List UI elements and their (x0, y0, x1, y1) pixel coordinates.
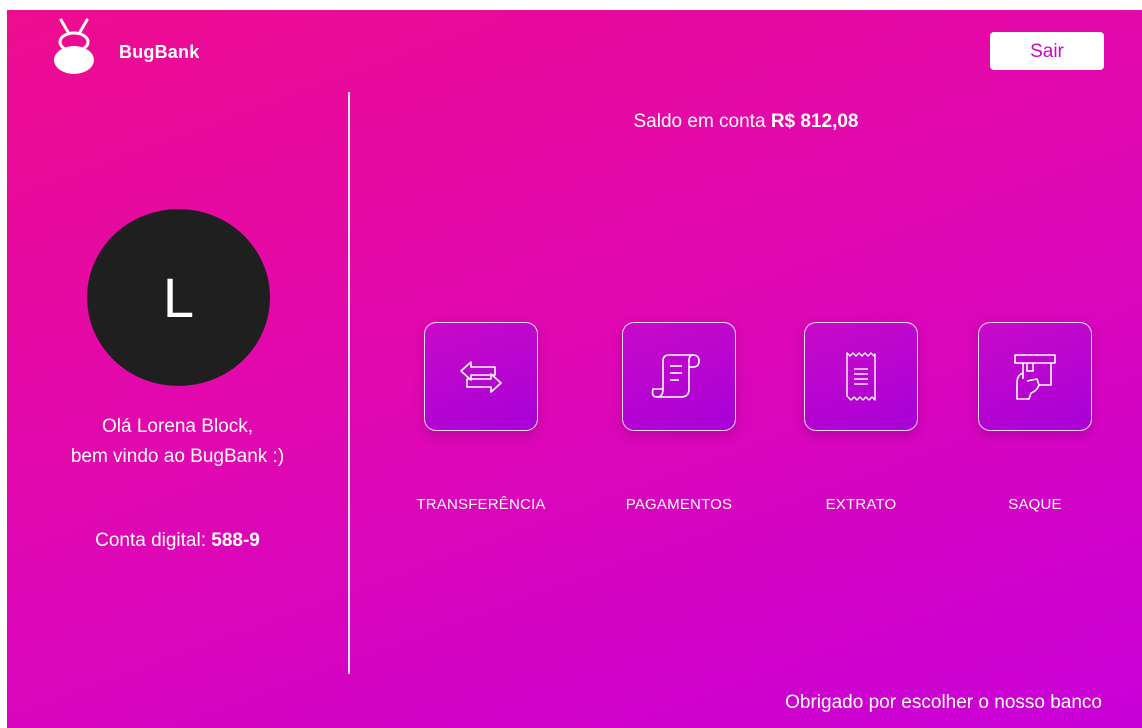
balance-display: Saldo em conta R$ 812,08 (350, 111, 1142, 133)
footer-message: Obrigado por escolher o nosso banco (785, 692, 1102, 713)
home-screen: BugBank Sair L Olá Lorena Block, bem vin… (7, 10, 1142, 728)
profile-panel: L Olá Lorena Block, bem vindo ao BugBank… (7, 10, 348, 728)
statement-label: EXTRATO (825, 496, 897, 513)
balance-value: R$ 812,08 (770, 111, 859, 132)
payments-button[interactable]: PAGAMENTOS (599, 322, 759, 513)
withdraw-tile[interactable] (978, 322, 1092, 431)
payments-tile[interactable] (622, 322, 736, 431)
receipt-icon (846, 351, 876, 401)
greeting-name: Olá Lorena Block, (101, 416, 254, 437)
statement-tile[interactable] (804, 322, 918, 431)
greeting: Olá Lorena Block, bem vindo ao BugBank :… (7, 412, 348, 472)
balance-label: Saldo em conta (633, 111, 766, 132)
withdraw-label: SAQUE (1008, 496, 1062, 513)
transfer-label: TRANSFERÊNCIA (416, 496, 546, 513)
statement-button[interactable]: EXTRATO (781, 322, 941, 513)
greeting-welcome: bem vindo ao BugBank :) (70, 446, 285, 467)
vertical-divider (348, 92, 350, 674)
account-number: 588-9 (211, 530, 260, 551)
scroll-payment-icon (651, 353, 700, 398)
account-info: Conta digital: 588-9 (7, 530, 348, 552)
atm-withdraw-icon (1014, 353, 1056, 400)
transfer-arrows-icon (460, 360, 502, 393)
logout-button[interactable]: Sair (990, 32, 1104, 70)
withdraw-button[interactable]: SAQUE (955, 322, 1115, 513)
account-label: Conta digital: (95, 530, 206, 551)
avatar: L (87, 209, 270, 386)
transfer-button[interactable]: TRANSFERÊNCIA (401, 322, 561, 513)
payments-label: PAGAMENTOS (625, 496, 733, 513)
transfer-tile[interactable] (424, 322, 538, 431)
